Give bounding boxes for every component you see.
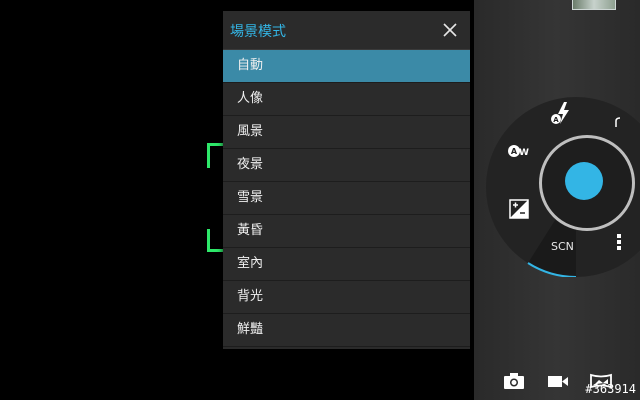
focus-bracket-top — [207, 143, 224, 168]
exposure-icon[interactable] — [509, 199, 529, 219]
svg-text:A: A — [553, 116, 559, 124]
settings-arc-icon[interactable] — [614, 116, 624, 128]
scene-item-vivid[interactable]: 鮮豔 — [223, 314, 470, 347]
focus-bracket-bottom — [207, 229, 224, 252]
scene-item-sunset[interactable]: 黃昏 — [223, 215, 470, 248]
svg-text:A: A — [511, 147, 518, 156]
video-icon[interactable] — [547, 372, 569, 390]
scene-list: 自動 人像 風景 夜景 雪景 黃昏 室內 背光 鮮豔 — [223, 50, 470, 347]
scene-item-snow[interactable]: 雪景 — [223, 182, 470, 215]
scene-item-landscape[interactable]: 風景 — [223, 116, 470, 149]
dialog-header: 場景模式 — [223, 11, 470, 50]
more-icon[interactable] — [616, 233, 622, 251]
dialog-title: 場景模式 — [230, 24, 286, 40]
gallery-thumbnail[interactable] — [572, 0, 616, 10]
scene-item-auto[interactable]: 自動 — [223, 50, 470, 83]
scene-mode-dialog: 場景模式 自動 人像 風景 夜景 雪景 黃昏 室內 背光 鮮豔 — [223, 11, 470, 349]
watermark: #363914 — [585, 382, 636, 396]
scene-item-backlight[interactable]: 背光 — [223, 281, 470, 314]
white-balance-auto-icon[interactable]: A W — [507, 143, 531, 159]
scn-mode-label[interactable]: SCN — [551, 240, 574, 253]
scene-item-indoor[interactable]: 室內 — [223, 248, 470, 281]
close-icon[interactable] — [440, 20, 460, 40]
shutter-button[interactable] — [565, 162, 603, 200]
flash-auto-icon[interactable]: A — [549, 101, 575, 125]
camera-icon[interactable] — [503, 372, 525, 390]
svg-text:W: W — [519, 148, 529, 158]
scene-item-night[interactable]: 夜景 — [223, 149, 470, 182]
scene-item-portrait[interactable]: 人像 — [223, 83, 470, 116]
